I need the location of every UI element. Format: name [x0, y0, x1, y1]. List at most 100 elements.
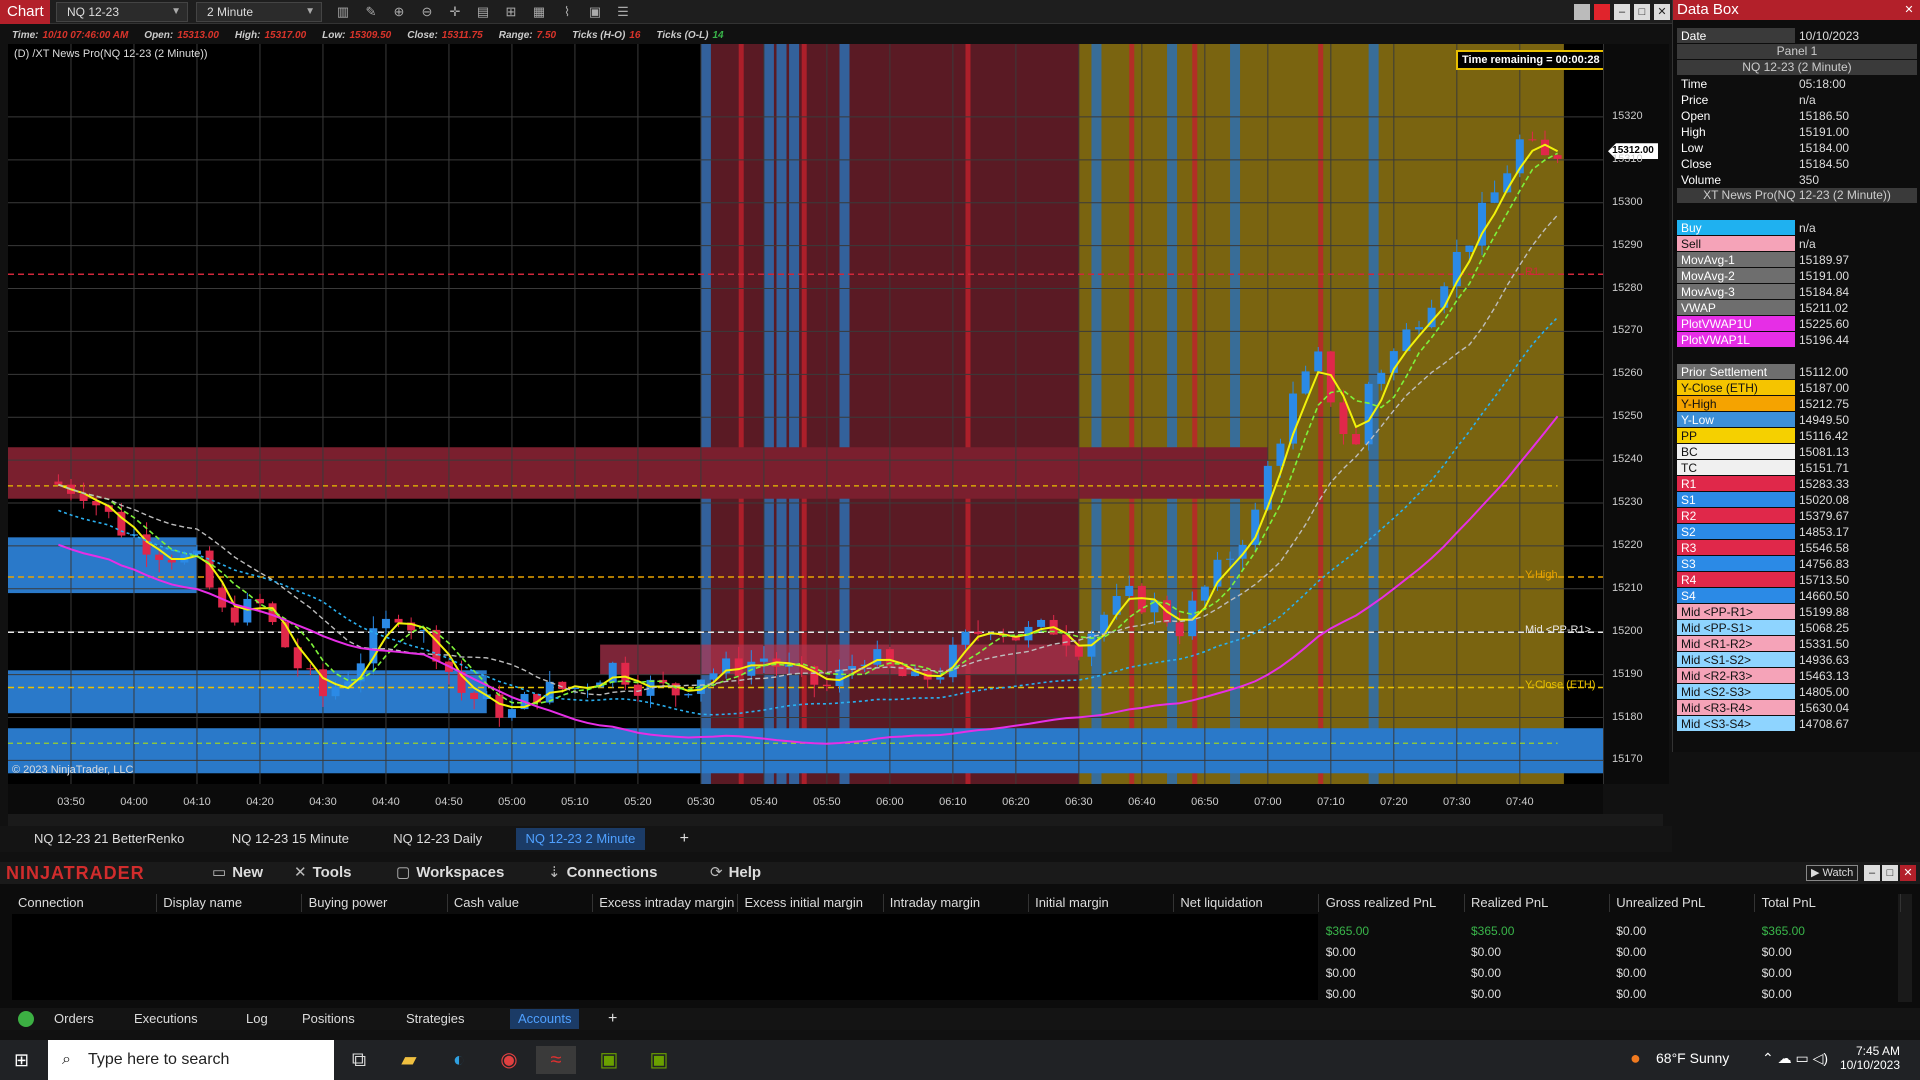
column-header[interactable]: Display name — [157, 894, 303, 912]
data-box-label: Mid <R2-R3> — [1677, 668, 1795, 683]
close-icon[interactable]: ✕ — [1654, 4, 1670, 20]
data-box-label: TC — [1677, 460, 1795, 475]
instrument-selector[interactable]: NQ 12-23 ▼ — [56, 2, 188, 22]
time-tick-label: 06:30 — [1065, 796, 1093, 808]
bottom-tab-log[interactable]: Log — [238, 1009, 276, 1029]
price-axis[interactable]: 15312.00 15320 15310 15300 15290 15280 15270 1… — [1603, 44, 1669, 784]
column-header[interactable]: Connection — [12, 894, 157, 912]
maximize-icon[interactable]: □ — [1634, 4, 1650, 20]
tray-icons[interactable]: ⌃ ☁ ▭ ◁) — [1762, 1050, 1828, 1067]
bottom-tab-executions[interactable]: Executions — [126, 1009, 206, 1029]
chrome-icon[interactable]: ◉ — [494, 1046, 524, 1074]
bottom-tab-strategies[interactable]: Strategies — [398, 1009, 473, 1029]
chart-trader-icon[interactable]: ⌇ — [556, 2, 578, 22]
column-header[interactable]: Initial margin — [1029, 894, 1175, 912]
windows-start-icon[interactable]: ⊞ — [14, 1050, 29, 1071]
add-tab-icon[interactable]: + — [600, 1009, 625, 1029]
column-header[interactable]: Excess initial margin — [739, 894, 884, 912]
column-header[interactable]: Cash value — [448, 894, 593, 912]
minimize-icon[interactable]: – — [1614, 4, 1630, 20]
watch-button[interactable]: ▶ Watch — [1806, 865, 1859, 881]
time-tick-label: 04:30 — [309, 796, 337, 808]
data-box-value: 15191.00 — [1799, 269, 1850, 283]
clock[interactable]: 7:45 AM 10/10/2023 — [1836, 1044, 1900, 1072]
column-header[interactable]: Realized PnL — [1465, 894, 1610, 912]
column-header[interactable]: Intraday margin — [884, 894, 1029, 912]
time-tick-label: 05:20 — [624, 796, 652, 808]
column-header[interactable]: Buying power — [303, 894, 448, 912]
pnl-cell: $0.00 — [1471, 945, 1502, 959]
bottom-tab-positions[interactable]: Positions — [294, 1009, 363, 1029]
data-box-value: 15116.42 — [1799, 429, 1849, 443]
task-view-icon[interactable]: ⧉ — [344, 1046, 374, 1074]
menu-workspaces[interactable]: ▢ Workspaces — [396, 862, 504, 884]
bottom-tab-orders[interactable]: Orders — [46, 1009, 102, 1029]
link-icon[interactable] — [1574, 4, 1590, 20]
column-header[interactable]: Total PnL — [1756, 894, 1901, 912]
close-icon[interactable]: ✕ — [1900, 865, 1916, 881]
chart-tab[interactable]: NQ 12-23 15 Minute — [222, 828, 359, 850]
data-box-value: 14756.83 — [1799, 557, 1850, 571]
ninjatrader-app-icon[interactable]: ≈ — [536, 1046, 576, 1074]
indicators-icon[interactable]: ▦ — [528, 2, 550, 22]
data-box-ohlc-row: Low 15184.00 — [1677, 140, 1917, 156]
interval-selector[interactable]: 2 Minute ▼ — [196, 2, 322, 22]
chart-tab[interactable]: NQ 12-23 2 Minute — [515, 828, 646, 850]
properties-icon[interactable]: ▣ — [584, 2, 606, 22]
data-box-label: VWAP — [1677, 300, 1795, 315]
app-icon-green-2[interactable]: ▣ — [644, 1046, 674, 1074]
chart-tab[interactable]: NQ 12-23 21 BetterRenko — [24, 828, 194, 850]
close-icon[interactable]: ✕ — [1901, 2, 1917, 18]
pnl-cell: $0.00 — [1616, 966, 1647, 980]
menu-tools[interactable]: ✕ Tools — [294, 862, 351, 884]
price-tick-label: 15170 — [1612, 753, 1643, 766]
maximize-icon[interactable]: □ — [1882, 865, 1898, 881]
info-value: 15313.00 — [177, 30, 219, 41]
color-link-icon[interactable] — [1594, 4, 1610, 20]
crosshair-icon[interactable]: ✛ — [444, 2, 466, 22]
data-series-icon[interactable]: ▤ — [472, 2, 494, 22]
drawing-tool-icon[interactable]: ✎ — [360, 2, 382, 22]
list-icon[interactable]: ☰ — [612, 2, 634, 22]
candle-body — [470, 692, 479, 699]
time-tick-label: 07:20 — [1380, 796, 1408, 808]
column-header[interactable]: Net liquidation — [1174, 894, 1320, 912]
candle-body — [167, 559, 176, 563]
data-box-title: Data Box — [1673, 0, 1920, 20]
file-explorer-icon[interactable]: ▰ — [394, 1046, 424, 1074]
data-box-value: 14805.00 — [1799, 685, 1850, 699]
taskbar-search[interactable]: ⌕ Type here to search — [48, 1040, 334, 1080]
zoom-out-icon[interactable]: ⊖ — [416, 2, 438, 22]
column-header[interactable]: Gross realized PnL — [1320, 894, 1465, 912]
candle-body — [54, 481, 63, 485]
candle-body — [394, 618, 403, 623]
pnl-cell: $0.00 — [1325, 987, 1356, 1001]
data-box-value: 15463.13 — [1799, 669, 1850, 683]
app-icon-green[interactable]: ▣ — [594, 1046, 624, 1074]
column-header[interactable]: Excess intraday margin — [593, 894, 739, 912]
minimize-icon[interactable]: – — [1864, 865, 1880, 881]
zoom-in-icon[interactable]: ⊕ — [388, 2, 410, 22]
data-box-ohlc-row: Price n/a — [1677, 92, 1917, 108]
bar-type-icon[interactable]: ▥ — [332, 2, 354, 22]
demand-zone-wide — [8, 728, 1603, 774]
bottom-tab-accounts[interactable]: Accounts — [510, 1009, 580, 1029]
menu-help[interactable]: ⟳ Help — [710, 862, 761, 884]
instrument-value: NQ 12-23 — [67, 5, 120, 19]
column-header[interactable]: Unrealized PnL — [1610, 894, 1756, 912]
data-box-level-row: Mid <S3-S4> 14708.67 — [1677, 716, 1917, 732]
candle-body — [230, 607, 239, 623]
candle-body — [1352, 434, 1361, 445]
strategies-icon[interactable]: ⊞ — [500, 2, 522, 22]
menu-connections[interactable]: ⇣ Connections — [548, 862, 657, 884]
edge-icon[interactable]: ◐ — [444, 1046, 474, 1074]
data-box-value: 15191.00 — [1799, 125, 1850, 139]
data-box-level-row: Mid <S2-S3> 14805.00 — [1677, 684, 1917, 700]
add-tab-icon[interactable]: + — [670, 828, 699, 850]
menu-new[interactable]: ▭ New — [212, 862, 263, 884]
price-chart[interactable] — [8, 44, 1603, 784]
candle-body — [936, 677, 945, 680]
data-box-ohlc-row: High 15191.00 — [1677, 124, 1917, 140]
time-tick-label: 06:00 — [876, 796, 904, 808]
chart-tab[interactable]: NQ 12-23 Daily — [383, 828, 492, 850]
